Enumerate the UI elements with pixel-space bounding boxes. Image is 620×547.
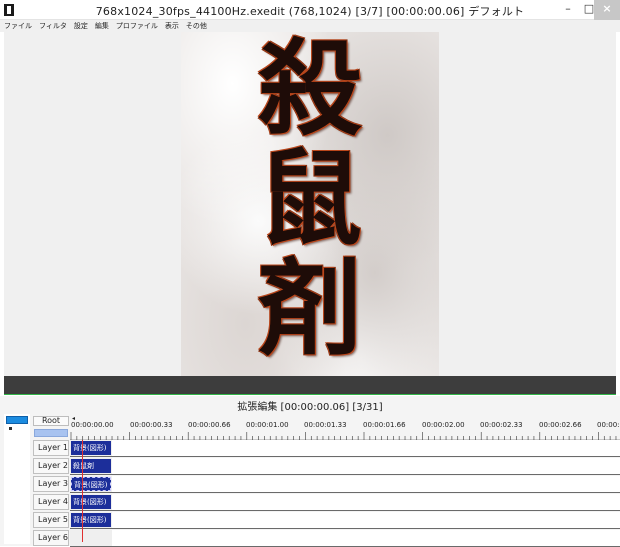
layer-label-6[interactable]: Layer 6 [33,530,69,546]
ruler-label: 00:00:02.33 [480,421,523,429]
ruler-ticks [70,432,617,440]
preview-char-2: 鼠 [257,138,362,260]
clip-layer-5[interactable]: 背景(図形) [71,513,111,527]
layer-row-3[interactable]: 背景(図形) [70,476,620,493]
ruler-label: 00:00:01.66 [363,421,406,429]
layer-label-3[interactable]: Layer 3 [33,476,69,492]
ruler-label: 00:00:02.00 [422,421,465,429]
preview-char-3: 剤 [257,248,362,370]
timeline-title: 拡張編集 [00:00:00.06] [3/31] [237,402,383,413]
layer-row-5[interactable]: 背景(図形) [70,512,620,529]
clip-layer-4[interactable]: 背景(図形) [71,495,111,509]
layer-row-2[interactable]: 殺鼠剤 [70,458,620,475]
clip-layer-1[interactable]: 背景(図形) [71,441,111,455]
layer-label-1[interactable]: Layer 1 [33,440,69,456]
preview-char-1: 殺 [257,28,362,150]
preview-area: 殺 鼠 剤 [4,32,616,376]
window-title: 768x1024_30fps_44100Hz.exedit (768,1024)… [95,5,525,18]
menu-file[interactable]: ファイル [0,20,35,31]
zoom-slider[interactable] [6,416,28,424]
menu-profile[interactable]: プロファイル [112,20,161,31]
timeline-window: 拡張編集 [00:00:00.06] [3/31] Root ◂ 00:00:0… [0,396,620,547]
seek-bar[interactable] [4,376,616,395]
time-ruler[interactable]: ◂ 00:00:00.00 00:00:00.33 00:00:00.66 00… [70,414,620,440]
ruler-label: 00:00:00.00 [71,421,114,429]
preview-canvas: 殺 鼠 剤 [181,32,439,376]
layer-label-2[interactable]: Layer 2 [33,458,69,474]
menu-edit[interactable]: 編集 [91,20,112,31]
layer-label-5[interactable]: Layer 5 [33,512,69,528]
clip-layer-2[interactable]: 殺鼠剤 [71,459,111,473]
horizontal-scrollbar[interactable] [34,429,68,437]
layer-row-4[interactable]: 背景(図形) [70,494,620,511]
menu-other[interactable]: その他 [182,20,210,31]
menu-settings[interactable]: 設定 [70,20,91,31]
clip-layer-3[interactable]: 背景(図形) [71,477,111,491]
zoom-panel [4,414,30,544]
playhead[interactable] [82,440,83,542]
menu-filter[interactable]: フィルタ [35,20,70,31]
close-button[interactable]: × [594,0,620,20]
ruler-label: 00:00:01.33 [304,421,347,429]
ruler-label: 00:00:02.66 [539,421,582,429]
ruler-label: 00:00:01.00 [246,421,289,429]
ruler-label: 00:00:00.66 [188,421,231,429]
layer-label-4[interactable]: Layer 4 [33,494,69,510]
root-button[interactable]: Root [33,416,69,426]
layer-row-1[interactable]: 背景(図形) [70,440,620,457]
ruler-label: 00:00:00.33 [130,421,173,429]
ruler-label: 00:00:03 [597,421,620,429]
menu-view[interactable]: 表示 [161,20,182,31]
zoom-marker [9,427,12,430]
title-bar: 768x1024_30fps_44100Hz.exedit (768,1024)… [0,0,620,20]
layer-row-6[interactable] [70,530,620,547]
